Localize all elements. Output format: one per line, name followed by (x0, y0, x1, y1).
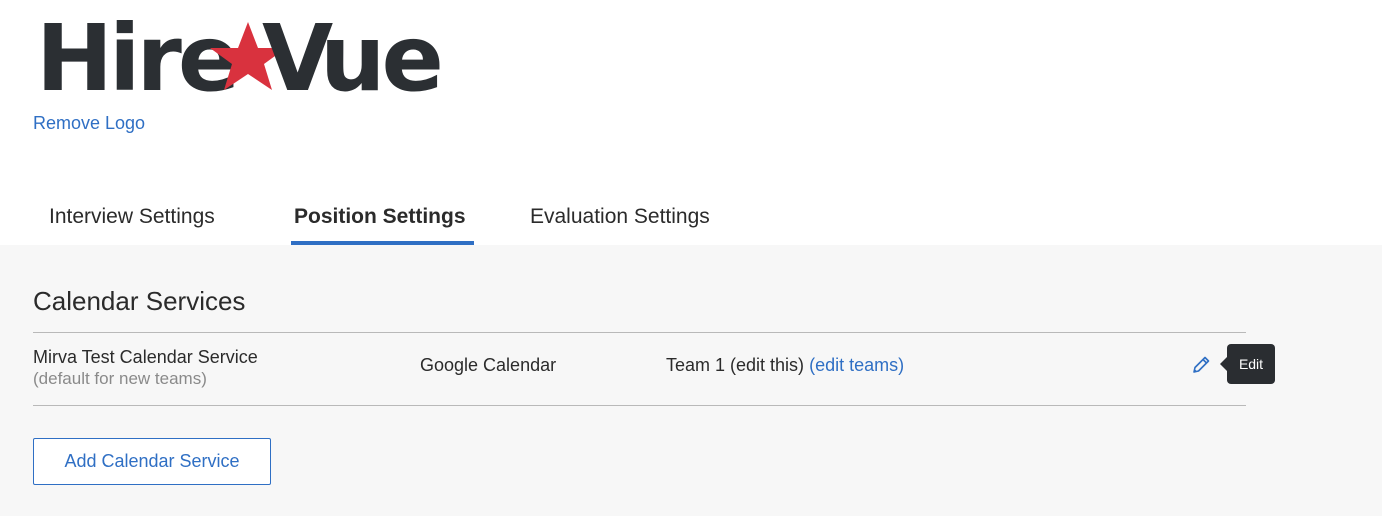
hirevue-logo-graphic: Hire V ue (36, 14, 441, 98)
settings-tabs: Interview Settings Position Settings Eva… (0, 195, 1382, 245)
service-teams: Team 1 (edit this) (edit teams) (666, 355, 904, 376)
tab-interview-settings[interactable]: Interview Settings (49, 205, 215, 241)
remove-logo-link[interactable]: Remove Logo (33, 113, 145, 134)
section-title: Calendar Services (33, 286, 246, 316)
header-area: Hire V ue Remove Logo Interview Settings… (0, 0, 1382, 245)
hirevue-logo: Hire V ue (36, 14, 441, 98)
edit-tooltip: Edit (1220, 344, 1275, 384)
divider-bottom (33, 405, 1246, 406)
teams-text: Team 1 (edit this) (666, 355, 805, 375)
service-name: Mirva Test Calendar Service (33, 347, 258, 367)
logo-text-right: ue (320, 14, 440, 98)
edit-teams-link[interactable]: (edit teams) (809, 355, 904, 375)
pencil-icon[interactable] (1190, 354, 1212, 376)
calendar-services-panel: Calendar Services Mirva Test Calendar Se… (0, 245, 1382, 516)
add-calendar-service-button[interactable]: Add Calendar Service (33, 438, 271, 485)
tab-evaluation-settings[interactable]: Evaluation Settings (530, 205, 710, 241)
tab-position-settings[interactable]: Position Settings (294, 205, 466, 241)
service-default-note: (default for new teams) (33, 369, 207, 388)
logo-text-left: Hire (36, 14, 236, 98)
service-provider: Google Calendar (420, 355, 557, 375)
calendar-service-row: Mirva Test Calendar Service (default for… (33, 332, 1275, 405)
